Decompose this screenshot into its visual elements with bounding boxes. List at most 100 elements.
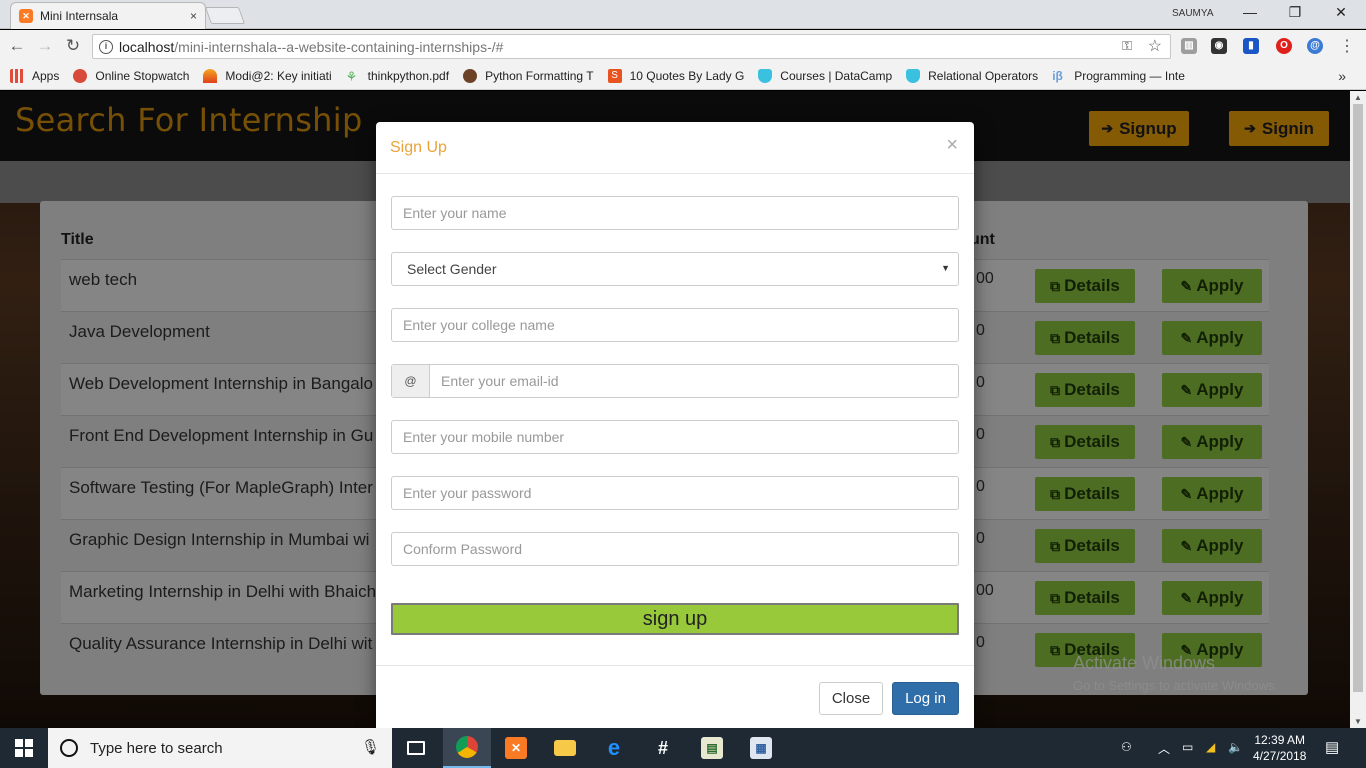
bookmark-label: Online Stopwatch [95, 69, 190, 83]
signup-modal: Sign Up × Enter your name Select Gender ▼… [376, 122, 974, 728]
task-view-icon[interactable] [392, 728, 440, 768]
gender-select[interactable]: Select Gender ▼ [391, 252, 959, 286]
scroll-up-icon[interactable]: ▲ [1354, 93, 1362, 102]
bookmarks-bar: Apps Online Stopwatch Modi@2: Key initia… [0, 63, 1366, 90]
volume-icon[interactable]: 🔈 [1228, 740, 1243, 754]
tab-close-icon[interactable]: × [190, 9, 197, 23]
bookmark-label: Python Formatting T [485, 69, 594, 83]
new-tab-button[interactable] [204, 7, 246, 24]
datacamp-shield-icon [906, 69, 921, 83]
sheet-app-icon[interactable]: ▤ [688, 728, 736, 768]
action-center-icon[interactable]: ▤ [1325, 738, 1339, 756]
edge-icon[interactable]: e [590, 728, 638, 768]
key-icon[interactable]: ⚿ [1122, 38, 1132, 54]
extension-icon[interactable]: ◉ [1211, 38, 1227, 54]
email-field[interactable]: @ Enter your email-id [391, 364, 959, 398]
scrollbar-thumb[interactable] [1353, 104, 1363, 692]
slack-icon[interactable]: # [639, 728, 687, 768]
browser-tab[interactable]: ✕ Mini Internsala × [10, 2, 206, 29]
watermark-line-2: Go to Settings to activate Windows. [1073, 678, 1279, 693]
windows-taskbar: Type here to search 🎙 ✕ e # ▤ ▦ ⚇ ︿ ▭ ◢ … [0, 728, 1366, 768]
bookmark-label: Programming — Inte [1074, 69, 1185, 83]
url-bar[interactable]: i localhost/mini-internshala--a-website-… [92, 34, 1171, 59]
confirm-password-input[interactable]: Conform Password [391, 532, 959, 566]
s-logo-icon: S [607, 69, 622, 83]
modal-footer: Close Log in [376, 665, 974, 728]
bookmark-label: Relational Operators [928, 69, 1039, 83]
forward-icon[interactable]: → [34, 36, 56, 56]
dropdown-caret-icon: ▼ [941, 263, 950, 273]
at-sign-addon: @ [392, 365, 430, 397]
back-icon[interactable]: ← [6, 36, 28, 56]
window-close-icon[interactable]: ✕ [1331, 4, 1351, 21]
modi-icon [203, 69, 218, 83]
stopwatch-icon [73, 69, 88, 83]
modal-header: Sign Up × [376, 122, 974, 174]
watermark-line-1: Activate Windows [1073, 653, 1216, 673]
apps-icon [10, 69, 24, 83]
url-path: /mini-internshala--a-website-containing-… [174, 38, 504, 55]
clock-date: 4/27/2018 [1253, 749, 1307, 763]
people-icon[interactable]: ⚇ [1121, 740, 1132, 754]
browser-tab-strip: ✕ Mini Internsala × SAUMYA — ❐ ✕ [0, 0, 1366, 29]
bookmark-item[interactable]: Python Formatting T [463, 69, 594, 83]
info-icon[interactable]: i [99, 39, 113, 54]
bookmark-item[interactable]: ⚘ thinkpython.pdf [345, 69, 449, 84]
close-button[interactable]: Close [819, 682, 883, 715]
bookmark-item[interactable]: iβ Programming — Inte [1052, 69, 1185, 83]
taskbar-clock[interactable]: 12:39 AM 4/27/2018 [1253, 732, 1306, 764]
page-scrollbar[interactable]: ▲ ▼ [1350, 91, 1366, 728]
mobile-input[interactable]: Enter your mobile number [391, 420, 959, 454]
cortana-icon [60, 739, 78, 757]
chrome-taskbar-icon[interactable] [443, 728, 491, 768]
minimize-icon[interactable]: — [1240, 4, 1260, 20]
clock-time: 12:39 AM [1254, 733, 1306, 747]
photo-app-icon[interactable]: ▦ [737, 728, 785, 768]
login-button[interactable]: Log in [892, 682, 959, 715]
search-placeholder: Type here to search [90, 739, 223, 757]
extension-icon[interactable]: ▮ [1243, 38, 1259, 54]
bookmark-item[interactable]: S 10 Quotes By Lady G [607, 69, 745, 83]
python-site-icon [463, 69, 478, 83]
opera-icon[interactable]: O [1276, 38, 1292, 54]
bookmark-label: 10 Quotes By Lady G [629, 69, 745, 83]
activate-windows-watermark: Activate Windows Go to Settings to activ… [1073, 653, 1278, 693]
bookmark-label: Modi@2: Key initiati [225, 69, 332, 83]
xampp-taskbar-icon[interactable]: ✕ [492, 728, 540, 768]
bookmark-item[interactable]: Relational Operators [906, 69, 1038, 83]
xampp-favicon-icon: ✕ [19, 9, 33, 23]
taskbar-search-box[interactable]: Type here to search 🎙 [48, 728, 392, 768]
more-bookmarks-icon[interactable]: » [1338, 68, 1346, 84]
datacamp-shield-icon [758, 69, 773, 83]
bookmark-item[interactable]: Online Stopwatch [73, 69, 189, 83]
windows-logo-icon [15, 739, 33, 757]
bookmark-item[interactable]: Modi@2: Key initiati [203, 69, 332, 83]
email-placeholder: Enter your email-id [441, 373, 559, 389]
college-input[interactable]: Enter your college name [391, 308, 959, 342]
reload-icon[interactable]: ↻ [62, 36, 84, 56]
leaf-icon: ⚘ [345, 69, 358, 84]
battery-icon[interactable]: ▭ [1182, 740, 1193, 754]
bookmark-item[interactable]: Courses | DataCamp [758, 69, 892, 83]
bookmark-label: Apps [32, 69, 60, 83]
restore-icon[interactable]: ❐ [1285, 4, 1305, 21]
start-button[interactable] [0, 728, 48, 768]
scroll-down-icon[interactable]: ▼ [1354, 717, 1362, 726]
wifi-icon[interactable]: ◢ [1206, 740, 1215, 754]
menu-icon[interactable]: ⋮ [1336, 36, 1358, 56]
name-input[interactable]: Enter your name [391, 196, 959, 230]
sign-up-submit-button[interactable]: sign up [391, 603, 959, 635]
profile-name[interactable]: SAUMYA [1172, 8, 1214, 19]
bookmark-item[interactable]: Apps [10, 69, 59, 83]
url-host: localhost [119, 38, 175, 55]
show-hidden-icons[interactable]: ︿ [1158, 740, 1170, 757]
microphone-icon[interactable]: 🎙 [361, 738, 380, 756]
address-toolbar: ← → ↻ i localhost/mini-internshala--a-we… [0, 30, 1366, 63]
extension-icon[interactable]: @ [1307, 38, 1323, 54]
modal-close-icon[interactable]: × [946, 134, 958, 157]
file-explorer-icon[interactable] [541, 728, 589, 768]
extension-icon[interactable]: ▥ [1181, 38, 1197, 54]
bookmark-star-icon[interactable]: ☆ [1148, 36, 1162, 56]
bookmark-label: Courses | DataCamp [780, 69, 893, 83]
password-input[interactable]: Enter your password [391, 476, 959, 510]
